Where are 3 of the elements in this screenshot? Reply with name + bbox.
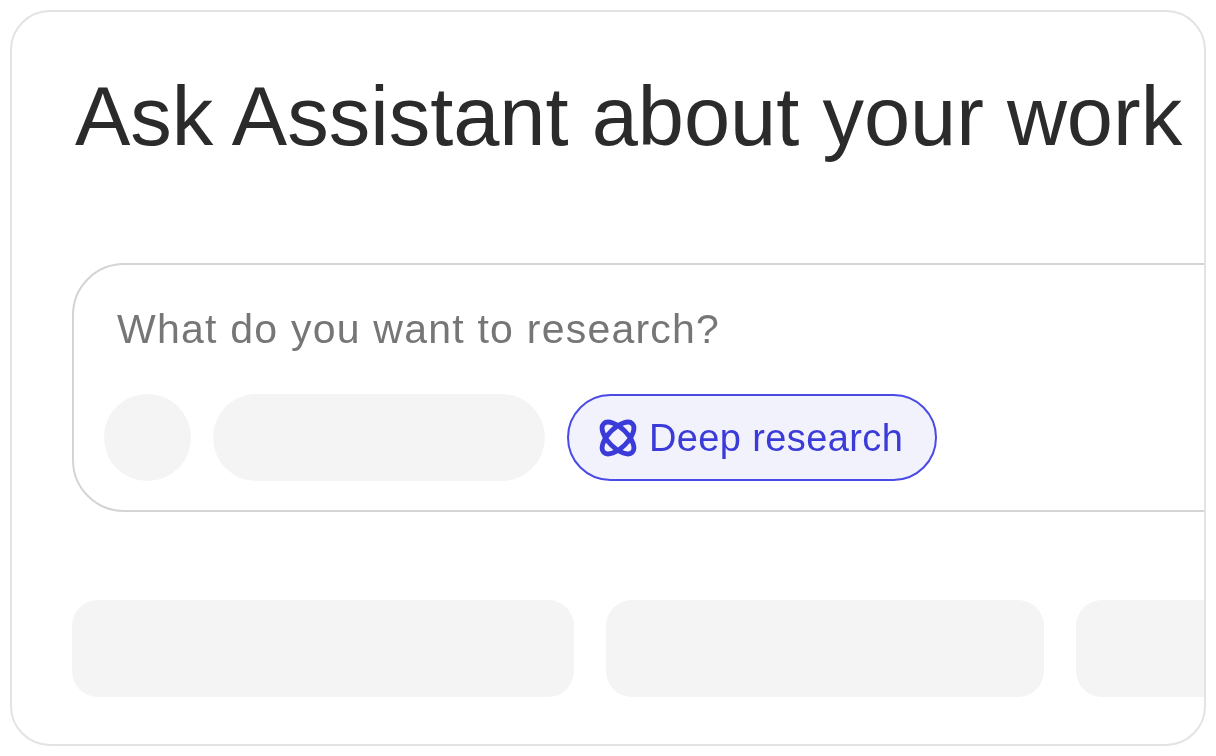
prompt-input[interactable]: What do you want to research? xyxy=(104,304,804,354)
deep-research-button[interactable]: Deep research xyxy=(567,394,938,481)
orbit-icon xyxy=(599,418,637,457)
